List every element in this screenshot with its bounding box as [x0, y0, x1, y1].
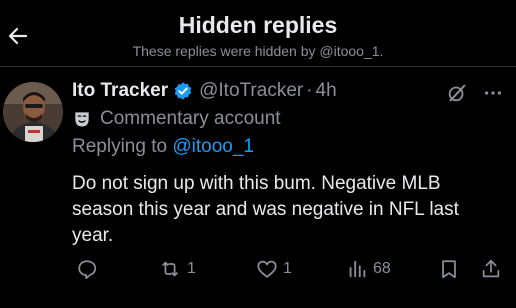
commentary-label: Commentary account: [72, 108, 281, 130]
analytics-icon: [349, 260, 366, 278]
replying-to-mention[interactable]: @itooo_1: [172, 136, 254, 157]
like-button[interactable]: 1: [256, 258, 292, 280]
tweet-timestamp[interactable]: 4h: [316, 80, 337, 102]
separator-dot: ·: [306, 80, 313, 101]
repost-count: 1: [187, 260, 196, 277]
repost-icon: [162, 261, 178, 277]
views-count: 68: [373, 260, 391, 277]
author-display-name[interactable]: Ito Tracker: [72, 80, 168, 102]
reply-button[interactable]: [76, 258, 103, 280]
page-subtitle: These replies were hidden by @itooo_1.: [132, 43, 384, 59]
grok-icon[interactable]: [446, 82, 468, 104]
heart-icon: [257, 260, 277, 278]
replying-to-prefix: Replying to: [72, 136, 173, 157]
share-icon: [482, 259, 500, 278]
theater-masks-icon: [72, 109, 92, 129]
commentary-label-text: Commentary account: [100, 108, 281, 129]
author-handle[interactable]: @ItoTracker: [199, 80, 303, 102]
page-title: Hidden replies: [178, 12, 338, 38]
tweet-text: Do not sign up with this bum. Negative M…: [72, 173, 459, 246]
avatar-image: [3, 82, 63, 142]
bookmark-button[interactable]: [438, 258, 460, 280]
like-count: 1: [283, 260, 292, 277]
tweet-author-row: Ito Tracker @ItoTracker · 4h: [72, 78, 337, 104]
page-header: Hidden replies These replies were hidden…: [0, 0, 516, 66]
verified-badge-icon: [173, 81, 193, 101]
share-button[interactable]: [480, 258, 502, 280]
avatar[interactable]: [3, 82, 63, 142]
replying-to-line: Replying to @itooo_1: [72, 136, 254, 158]
more-options-icon[interactable]: [482, 82, 504, 104]
repost-button[interactable]: 1: [158, 258, 196, 280]
views-button[interactable]: 68: [346, 258, 391, 280]
tweet-actions: 1 1 68: [72, 258, 512, 282]
bookmark-icon: [442, 260, 456, 279]
reply-icon: [78, 260, 97, 280]
header-divider: [0, 66, 516, 67]
